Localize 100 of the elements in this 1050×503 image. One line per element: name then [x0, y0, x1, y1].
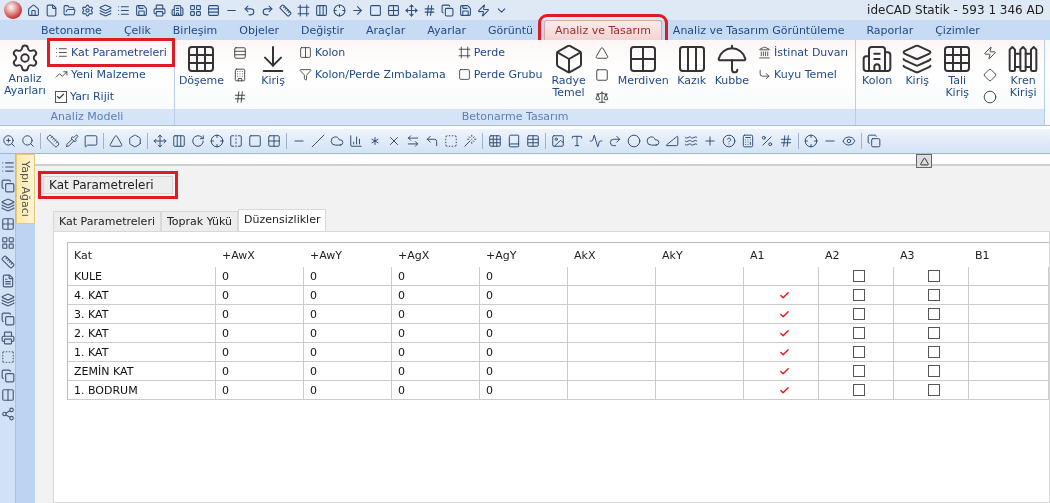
ribbon-tab[interactable]: Objeler	[228, 20, 291, 40]
ruler-icon[interactable]	[279, 3, 292, 17]
ribbon-button[interactable]: Perde Grubu	[454, 65, 546, 84]
checkbox-option[interactable]: Yarı Rijit	[51, 87, 170, 106]
ribbon-tab[interactable]: Görüntü	[477, 20, 545, 40]
ribbon-tab[interactable]: Araçlar	[355, 20, 417, 40]
crosshair-icon[interactable]	[333, 3, 346, 17]
building-icon[interactable]	[171, 3, 184, 17]
checkbox[interactable]	[928, 289, 940, 301]
list-icon[interactable]	[0, 160, 15, 174]
copy-icon[interactable]	[0, 312, 15, 326]
calculator-icon[interactable]	[741, 134, 755, 148]
ribbon-tab[interactable]: Çelik	[112, 20, 162, 40]
layers-icon[interactable]	[0, 198, 15, 212]
app-logo[interactable]	[4, 1, 22, 19]
panel-tab[interactable]: Kat Parametreleri	[53, 211, 161, 231]
ribbon-tab[interactable]: Betonarme	[30, 20, 113, 40]
arrow-icon[interactable]	[351, 3, 364, 17]
cloud-icon[interactable]	[646, 134, 660, 148]
ruler-icon[interactable]	[46, 134, 60, 148]
crosshair-icon[interactable]	[804, 134, 818, 148]
checkbox[interactable]	[853, 270, 865, 282]
search-icon[interactable]	[21, 134, 35, 148]
comment-icon[interactable]	[84, 134, 98, 148]
check-mark-icon[interactable]	[778, 346, 790, 358]
ribbon-button[interactable]: Radye Temel	[551, 43, 586, 99]
layers-icon[interactable]	[0, 293, 15, 307]
checkbox[interactable]	[853, 289, 865, 301]
curved-arrow-icon[interactable]	[608, 134, 622, 148]
cross-icon[interactable]	[387, 134, 401, 148]
warning-icon[interactable]	[916, 154, 932, 168]
nodes-icon[interactable]	[0, 407, 15, 421]
undo-icon[interactable]	[243, 3, 256, 17]
ribbon-tab[interactable]: Birleşim	[161, 20, 229, 40]
panel-tab[interactable]: Düzensizlikler	[238, 209, 327, 231]
wand-icon[interactable]	[463, 134, 477, 148]
ribbon-tab[interactable]: Analiz ve Tasarım Görüntüleme	[661, 20, 856, 40]
checkbox[interactable]	[928, 365, 940, 377]
book-icon[interactable]	[507, 134, 521, 148]
cloud-icon[interactable]	[330, 134, 344, 148]
triangle-icon[interactable]	[109, 134, 123, 148]
pipette-icon[interactable]	[65, 134, 79, 148]
list-icon[interactable]	[117, 3, 130, 17]
text-icon[interactable]	[570, 134, 584, 148]
right-triangle-icon[interactable]	[665, 134, 679, 148]
percent-icon[interactable]	[760, 134, 774, 148]
move-icon[interactable]	[405, 3, 418, 17]
check-mark-icon[interactable]	[778, 384, 790, 396]
plus-icon[interactable]	[703, 134, 717, 148]
ribbon-button[interactable]: İstinat Duvarı	[755, 43, 852, 62]
redo-icon[interactable]	[261, 3, 274, 17]
file-icon[interactable]	[45, 3, 58, 17]
square-icon[interactable]	[369, 3, 382, 17]
ribbon-button[interactable]: Döşeme	[178, 43, 225, 87]
corner-arrow-icon[interactable]	[425, 134, 439, 148]
dashed-square-icon[interactable]	[444, 134, 458, 148]
grid-icon[interactable]	[189, 3, 202, 17]
ribbon-tab[interactable]: Raporlar	[855, 20, 925, 40]
printer-icon[interactable]	[0, 331, 15, 345]
image-icon[interactable]	[551, 134, 565, 148]
help-icon[interactable]	[722, 134, 736, 148]
ribbon-tab[interactable]: Çizimler	[924, 20, 991, 40]
columns-icon[interactable]	[315, 3, 328, 17]
columns-icon[interactable]	[0, 388, 15, 402]
circle-icon[interactable]	[627, 134, 641, 148]
table-icon[interactable]	[526, 134, 540, 148]
ribbon-button[interactable]: Kolon	[296, 43, 449, 62]
printer-icon[interactable]	[153, 3, 166, 17]
zoom-in-icon[interactable]	[2, 134, 16, 148]
checkbox[interactable]	[928, 327, 940, 339]
checkbox[interactable]	[853, 384, 865, 396]
ribbon-button[interactable]: Kubbe	[714, 43, 750, 87]
save-icon[interactable]	[459, 3, 472, 17]
slash-icon[interactable]	[311, 134, 325, 148]
ribbon-button[interactable]: Tali Kiriş	[940, 43, 975, 99]
ribbon-button[interactable]: Analiz Ayarları	[4, 43, 46, 97]
gear-icon[interactable]	[81, 3, 94, 17]
panel-tab[interactable]: Toprak Yükü	[160, 211, 239, 231]
ribbon-button[interactable]: Merdiven	[617, 43, 669, 87]
wave-line-icon[interactable]	[589, 134, 603, 148]
ribbon-button[interactable]: Kat Parametreleri	[51, 43, 170, 62]
eye-icon[interactable]	[842, 134, 856, 148]
checkbox[interactable]	[928, 308, 940, 320]
move-icon[interactable]	[153, 134, 167, 148]
bar-chart-icon[interactable]	[349, 134, 363, 148]
columns-icon[interactable]	[172, 134, 186, 148]
ribbon-button[interactable]: Kolon	[860, 43, 895, 87]
checkbox[interactable]	[928, 270, 940, 282]
check-mark-icon[interactable]	[778, 289, 790, 301]
ribbon-button[interactable]: Kiriş	[256, 43, 291, 87]
grid-icon[interactable]	[0, 236, 15, 250]
document-icon[interactable]	[0, 274, 15, 288]
ribbon-button[interactable]: Kolon/Perde Zımbalama	[296, 65, 449, 84]
waves-icon[interactable]	[684, 134, 698, 148]
checkbox[interactable]	[928, 346, 940, 358]
ribbon-button[interactable]: Perde	[454, 43, 546, 62]
hexagon-icon[interactable]	[128, 134, 142, 148]
ruler-icon[interactable]	[0, 255, 15, 269]
ribbon-tab[interactable]: Değiştir	[290, 20, 355, 40]
dashed-square-icon[interactable]	[0, 350, 15, 364]
